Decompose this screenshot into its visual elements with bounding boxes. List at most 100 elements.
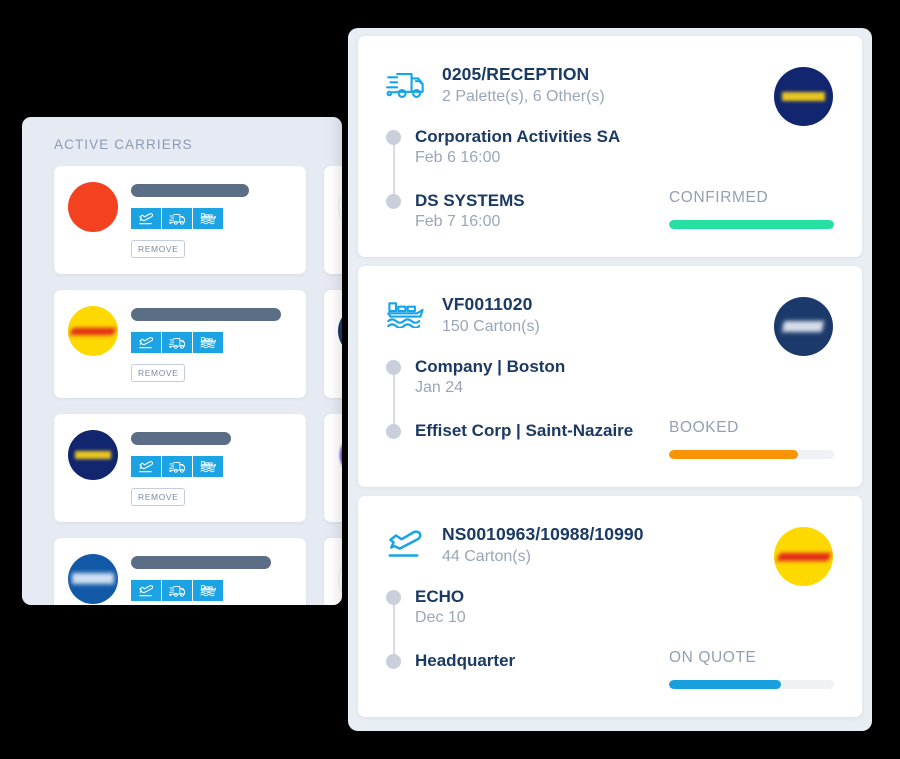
carrier-mode-truck-button[interactable] (162, 332, 192, 353)
route-stop-origin: ECHO Dec 10 (386, 586, 834, 629)
carrier-logo-gefco (68, 430, 118, 480)
status-progress-bar (669, 450, 834, 459)
status-progress-fill (669, 220, 834, 229)
carrier-name-placeholder (131, 432, 231, 445)
route-dot-icon (386, 129, 401, 145)
shipment-card[interactable]: VF0011020 150 Carton(s) Company | Boston Ja… (358, 266, 862, 487)
truck-icon (168, 212, 186, 226)
route-dot-icon (386, 589, 401, 605)
status-badge: CONFIRMED (669, 189, 769, 206)
carrier-card[interactable]: REMOVE (324, 538, 342, 605)
shipment-card[interactable]: 0205/RECEPTION 2 Palette(s), 6 Other(s) Co… (358, 36, 862, 257)
ship-icon (386, 292, 442, 336)
carrier-card[interactable]: REMOVE (54, 166, 306, 274)
shipment-header: NS0010963/10988/10990 44 Carton(s) (386, 522, 834, 568)
carrier-mode-ship-button[interactable] (193, 456, 223, 477)
status-badge: ON QUOTE (669, 649, 757, 666)
carrier-avatar-dsv (774, 297, 833, 356)
route-stop-destination-text: DS SYSTEMS Feb 7 16:00 (415, 190, 525, 233)
origin-date: Jan 24 (415, 378, 464, 396)
carrier-card[interactable]: REMOVE (324, 414, 342, 522)
carrier-logo-lufthansa (338, 554, 342, 604)
shipment-status-block: CONFIRMED (669, 189, 834, 229)
active-carriers-title: ACTIVE CARRIERS (54, 137, 193, 152)
carrier-mode-truck-button[interactable] (162, 456, 192, 477)
shipments-panel: 0205/RECEPTION 2 Palette(s), 6 Other(s) Co… (348, 28, 872, 731)
carrier-logo-mitsui (338, 182, 342, 232)
carriers-grid: REMOVE REMOVE REMOVE REMOVE REMOVE REMOVE REMO… (38, 166, 342, 605)
route-dot-icon (386, 653, 401, 669)
carrier-card-body: REMOVE (131, 180, 292, 258)
carrier-card-body: REMOVE (131, 428, 292, 506)
carrier-logo-kuehne (68, 554, 118, 604)
origin-date: Dec 10 (415, 608, 466, 626)
carrier-logo-purple (338, 430, 342, 480)
plane-icon (386, 522, 442, 566)
carrier-mode-ship-button[interactable] (193, 208, 223, 229)
shipment-reference: VF0011020 (442, 294, 533, 314)
destination-name: DS SYSTEMS (415, 190, 525, 210)
carrier-name-placeholder (131, 308, 281, 321)
shipment-titles: VF0011020 150 Carton(s) (442, 292, 540, 338)
carrier-mode-truck-button[interactable] (162, 208, 192, 229)
truck-icon (168, 584, 186, 598)
carrier-card[interactable]: REMOVE (324, 290, 342, 398)
carrier-remove-button[interactable]: REMOVE (131, 488, 186, 506)
carrier-card[interactable]: REMOVE (324, 166, 342, 274)
destination-name: Headquarter (415, 650, 516, 670)
carrier-logo-red (68, 182, 118, 232)
plane-icon (138, 584, 155, 597)
destination-name: Effiset Corp | Saint-Nazaire (415, 420, 634, 440)
carrier-mode-group (131, 580, 292, 601)
status-progress-bar (669, 680, 834, 689)
shipment-reference: 0205/RECEPTION (442, 64, 590, 84)
shipment-reference: NS0010963/10988/10990 (442, 524, 644, 544)
plane-icon (138, 336, 155, 349)
status-progress-bar (669, 220, 834, 229)
carrier-mode-plane-button[interactable] (131, 456, 161, 477)
carrier-mode-plane-button[interactable] (131, 332, 161, 353)
status-progress-fill (669, 450, 798, 459)
origin-date: Feb 6 16:00 (415, 148, 501, 166)
carrier-avatar-dhl (774, 527, 833, 586)
shipment-quantity: 44 Carton(s) (442, 547, 531, 565)
screenshot-stage: ACTIVE CARRIERS REMOVEREMOVEREMOVEREMOVE… (0, 0, 900, 759)
shipment-quantity: 150 Carton(s) (442, 317, 540, 335)
route-stop-origin-text: Company | Boston Jan 24 (415, 356, 565, 399)
carrier-mode-group (131, 208, 292, 229)
truck-icon (168, 460, 186, 474)
truck-icon (168, 336, 186, 350)
carrier-card[interactable]: REMOVE (54, 290, 306, 398)
shipment-card-list: 0205/RECEPTION 2 Palette(s), 6 Other(s) Co… (358, 36, 862, 717)
carrier-card[interactable]: REMOVE (54, 414, 306, 522)
carrier-mode-ship-button[interactable] (193, 332, 223, 353)
shipment-card[interactable]: NS0010963/10988/10990 44 Carton(s) ECHO Dec… (358, 496, 862, 717)
origin-name: Corporation Activities SA (415, 126, 621, 146)
carrier-mode-plane-button[interactable] (131, 208, 161, 229)
route-dot-icon (386, 193, 401, 209)
destination-date: Feb 7 16:00 (415, 212, 501, 230)
active-carriers-panel: ACTIVE CARRIERS REMOVEREMOVEREMOVEREMOVE… (22, 117, 342, 605)
route-dot-icon (386, 423, 401, 439)
ship-icon (200, 212, 217, 225)
carrier-mode-ship-button[interactable] (193, 580, 223, 601)
carrier-remove-button[interactable]: REMOVE (131, 364, 186, 382)
shipment-titles: 0205/RECEPTION 2 Palette(s), 6 Other(s) (442, 62, 605, 108)
carrier-mode-plane-button[interactable] (131, 580, 161, 601)
ship-icon (200, 336, 217, 349)
ship-icon (200, 460, 217, 473)
carrier-name-placeholder (131, 184, 249, 197)
shipment-status-block: ON QUOTE (669, 649, 834, 689)
carrier-mode-truck-button[interactable] (162, 580, 192, 601)
plane-icon (138, 460, 155, 473)
carrier-remove-button[interactable]: REMOVE (131, 240, 186, 258)
route-stop-origin: Company | Boston Jan 24 (386, 356, 834, 399)
carrier-name-placeholder (131, 556, 271, 569)
carrier-avatar-gefco (774, 67, 833, 126)
carrier-card[interactable]: REMOVE (54, 538, 306, 605)
truck-icon (386, 62, 442, 106)
carrier-mode-group (131, 456, 292, 477)
shipment-status-block: BOOKED (669, 419, 834, 459)
route-stop-origin-text: ECHO Dec 10 (415, 586, 466, 629)
route-stop-destination-text: Headquarter (415, 650, 515, 671)
